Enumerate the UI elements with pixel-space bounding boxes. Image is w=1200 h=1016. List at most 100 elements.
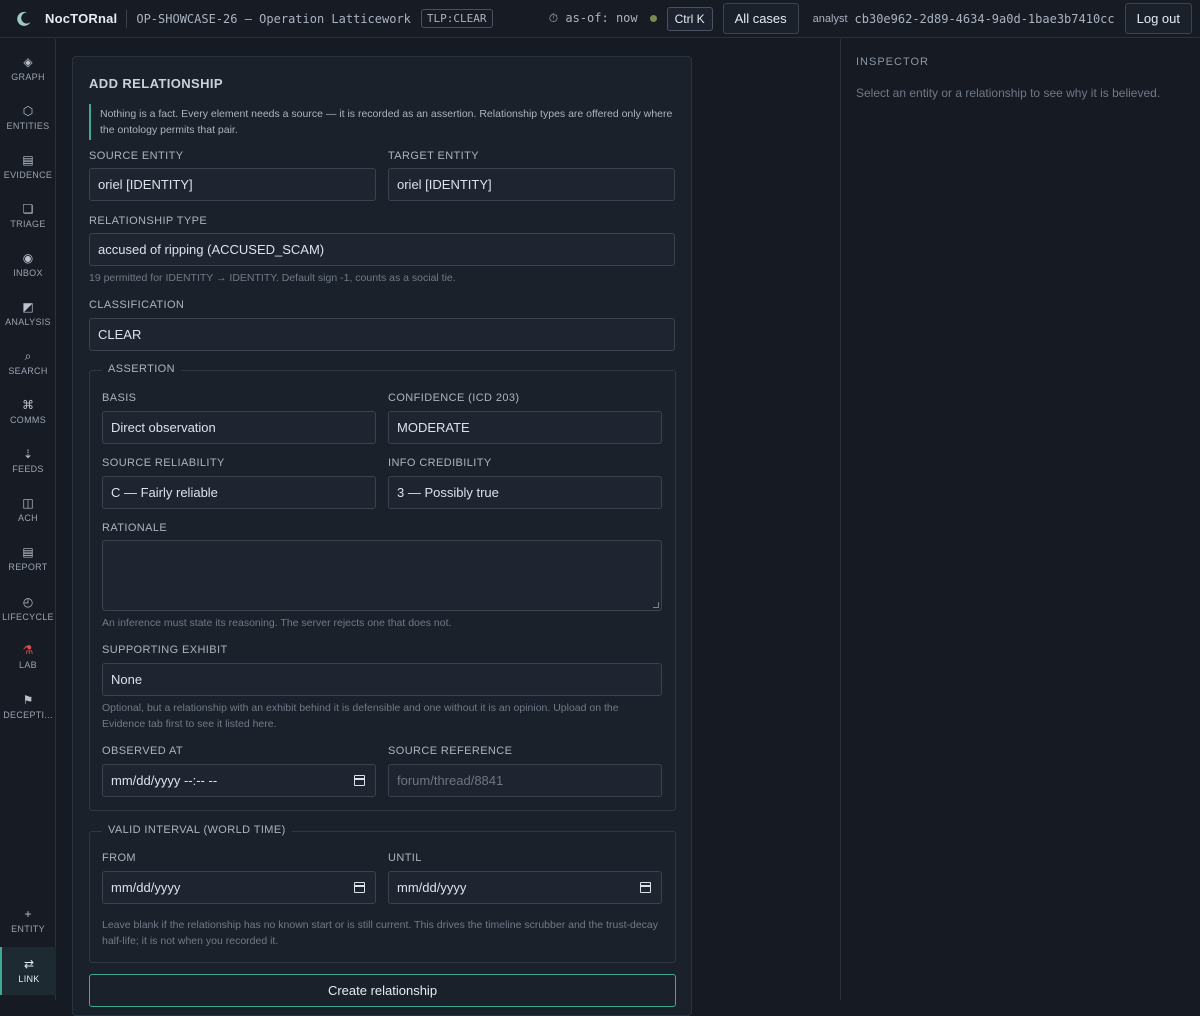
clock-icon: ◴ bbox=[22, 595, 34, 609]
sidebar-item-label: COMMS bbox=[10, 415, 46, 425]
target-entity-label: TARGET ENTITY bbox=[388, 150, 479, 162]
sidebar-item-lifecycle[interactable]: ◴ LIFECYCLE bbox=[0, 595, 56, 622]
sidebar-item-label: ENTITIES bbox=[6, 121, 50, 131]
until-label: UNTIL bbox=[388, 852, 422, 864]
sidebar-item-label: ENTITY bbox=[11, 924, 45, 934]
sidebar-item-lab[interactable]: ⚗ LAB bbox=[0, 643, 56, 670]
classification-label: CLASSIFICATION bbox=[89, 299, 185, 311]
calendar-icon[interactable] bbox=[354, 882, 365, 893]
until-date-input[interactable]: mm/dd/yyyy bbox=[388, 871, 662, 904]
assertion-legend: ASSERTION bbox=[102, 363, 181, 375]
top-bar: NocTORnal OP-SHOWCASE-26 — Operation Lat… bbox=[0, 0, 1200, 38]
as-of-indicator[interactable]: ⏱ as-of: now bbox=[549, 11, 657, 26]
from-label: FROM bbox=[102, 852, 136, 864]
supporting-exhibit-select[interactable]: None bbox=[102, 663, 662, 696]
observed-at-value: mm/dd/yyyy --:-- -- bbox=[111, 773, 218, 788]
sidebar-item-feeds[interactable]: ⇣ FEEDS bbox=[0, 447, 56, 474]
sidebar-item-ach[interactable]: ◫ ACH bbox=[0, 496, 56, 523]
resize-grip-icon[interactable] bbox=[653, 602, 659, 608]
sidebar-item-label: FEEDS bbox=[12, 464, 44, 474]
status-dot-icon bbox=[649, 15, 657, 22]
supporting-exhibit-label: SUPPORTING EXHIBIT bbox=[102, 644, 228, 656]
graph-icon: ◈ bbox=[23, 55, 33, 69]
analysis-icon: ◩ bbox=[22, 300, 34, 314]
source-reliability-select[interactable]: C — Fairly reliable bbox=[102, 476, 376, 509]
info-credibility-select[interactable]: 3 — Possibly true bbox=[388, 476, 662, 509]
swap-arrows-icon: ⇄ bbox=[23, 957, 35, 971]
analyst-label: analyst bbox=[812, 12, 848, 25]
observed-at-label: OBSERVED AT bbox=[102, 745, 184, 757]
plus-icon: + bbox=[24, 907, 32, 921]
lab-flask-icon: ⚗ bbox=[22, 643, 34, 657]
calendar-icon[interactable] bbox=[640, 882, 651, 893]
sidebar-item-analysis[interactable]: ◩ ANALYSIS bbox=[0, 300, 56, 327]
valid-interval-legend: VALID INTERVAL (WORLD TIME) bbox=[102, 824, 292, 836]
rationale-hint: An inference must state its reasoning. T… bbox=[102, 617, 452, 629]
document-icon: ▤ bbox=[22, 153, 34, 167]
source-reference-label: SOURCE REFERENCE bbox=[388, 745, 513, 757]
supporting-exhibit-hint: Optional, but a relationship with an exh… bbox=[102, 702, 619, 730]
relationship-type-label: RELATIONSHIP TYPE bbox=[89, 215, 208, 227]
inspector-title: INSPECTOR bbox=[856, 56, 929, 68]
sidebar-item-inbox[interactable]: ◉ INBOX bbox=[0, 251, 56, 278]
stack-icon: ❏ bbox=[22, 202, 34, 216]
valid-interval-hint: Leave blank if the relationship has no k… bbox=[102, 919, 658, 947]
inspector-empty-text: Select an entity or a relationship to se… bbox=[856, 86, 1161, 100]
calendar-icon[interactable] bbox=[354, 775, 365, 786]
tlp-badge: TLP:CLEAR bbox=[420, 9, 493, 28]
basis-label: BASIS bbox=[102, 392, 137, 404]
from-date-value: mm/dd/yyyy bbox=[111, 880, 181, 895]
sidebar-item-search[interactable]: ⌕ SEARCH bbox=[0, 349, 56, 376]
sidebar-item-deception[interactable]: ⚑ DECEPTI... bbox=[0, 693, 56, 720]
relationship-type-select[interactable]: accused of ripping (ACCUSED_SCAM) bbox=[89, 233, 675, 266]
sidebar-item-label: INBOX bbox=[13, 268, 43, 278]
sidebar-item-label: LIFECYCLE bbox=[2, 612, 54, 622]
crescent-moon-logo-icon bbox=[14, 9, 34, 29]
sidebar-item-entities[interactable]: ⬡ ENTITIES bbox=[0, 104, 56, 131]
source-entity-label: SOURCE ENTITY bbox=[89, 150, 184, 162]
rationale-textarea[interactable] bbox=[102, 540, 662, 611]
all-cases-button[interactable]: All cases bbox=[722, 3, 799, 34]
sidebar-item-evidence[interactable]: ▤ EVIDENCE bbox=[0, 153, 56, 180]
source-entity-select[interactable]: oriel [IDENTITY] bbox=[89, 168, 376, 201]
app-brand: NocTORnal bbox=[45, 11, 118, 26]
report-icon: ▤ bbox=[22, 545, 34, 559]
source-reference-input[interactable]: forum/thread/8841 bbox=[388, 764, 662, 797]
hexagon-icon: ⬡ bbox=[22, 104, 34, 118]
new-link-button[interactable]: ⇄ LINK bbox=[0, 947, 56, 995]
inspector-panel: INSPECTOR Select an entity or a relation… bbox=[840, 39, 1200, 1000]
sidebar-item-comms[interactable]: ⌘ COMMS bbox=[0, 398, 56, 425]
rationale-label: RATIONALE bbox=[102, 522, 168, 534]
case-title: OP-SHOWCASE-26 — Operation Latticework bbox=[136, 11, 411, 26]
divider bbox=[126, 9, 128, 28]
analyst-id: cb30e962-2d89-4634-9a0d-1bae3b7410cc bbox=[854, 11, 1115, 26]
sidebar-item-triage[interactable]: ❏ TRIAGE bbox=[0, 202, 56, 229]
columns-icon: ◫ bbox=[22, 496, 34, 510]
sidebar-item-label: REPORT bbox=[8, 562, 48, 572]
target-entity-select[interactable]: oriel [IDENTITY] bbox=[388, 168, 675, 201]
classification-select[interactable]: CLEAR bbox=[89, 318, 675, 351]
sidebar-item-report[interactable]: ▤ REPORT bbox=[0, 545, 56, 572]
from-date-input[interactable]: mm/dd/yyyy bbox=[102, 871, 376, 904]
confidence-select[interactable]: MODERATE bbox=[388, 411, 662, 444]
source-reliability-label: SOURCE RELIABILITY bbox=[102, 457, 225, 469]
sidebar-item-label: TRIAGE bbox=[10, 219, 46, 229]
logout-button[interactable]: Log out bbox=[1124, 3, 1192, 34]
observed-at-input[interactable]: mm/dd/yyyy --:-- -- bbox=[102, 764, 376, 797]
sidebar-item-label: LINK bbox=[18, 974, 40, 984]
confidence-label: CONFIDENCE (ICD 203) bbox=[388, 392, 520, 404]
sidebar-nav: ◈ GRAPH ⬡ ENTITIES ▤ EVIDENCE ❏ TRIAGE ◉… bbox=[0, 39, 56, 1000]
command-palette-shortcut[interactable]: Ctrl K bbox=[666, 6, 713, 31]
new-entity-button[interactable]: + ENTITY bbox=[0, 907, 56, 934]
basis-select[interactable]: Direct observation bbox=[102, 411, 376, 444]
sidebar-item-graph[interactable]: ◈ GRAPH bbox=[0, 55, 56, 82]
sidebar-item-label: ANALYSIS bbox=[5, 317, 51, 327]
comms-icon: ⌘ bbox=[22, 398, 34, 412]
form-title: ADD RELATIONSHIP bbox=[89, 76, 223, 91]
sidebar-item-label: SEARCH bbox=[8, 366, 48, 376]
inbox-icon: ◉ bbox=[22, 251, 34, 265]
create-relationship-button[interactable]: Create relationship bbox=[89, 974, 676, 1007]
flag-icon: ⚑ bbox=[22, 693, 34, 707]
search-icon: ⌕ bbox=[24, 349, 32, 363]
sidebar-item-label: LAB bbox=[19, 660, 37, 670]
